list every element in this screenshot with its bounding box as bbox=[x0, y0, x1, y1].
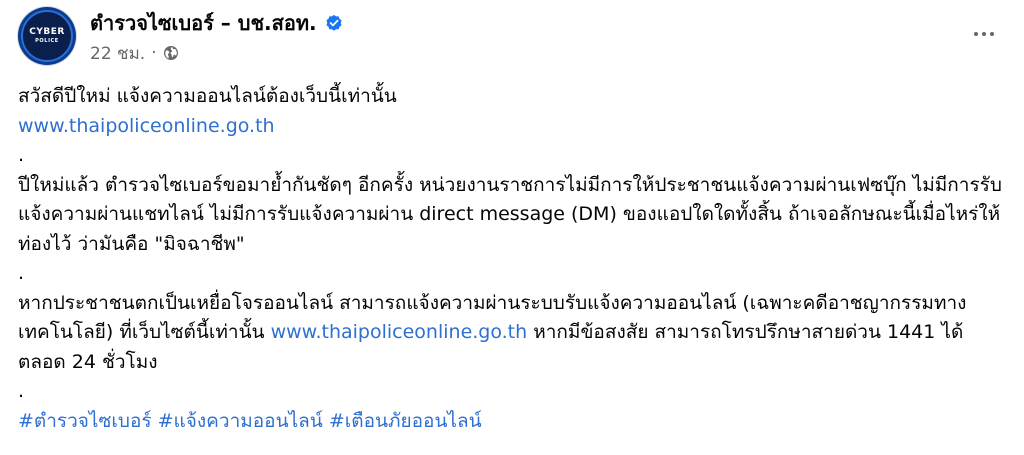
hashtag-link[interactable]: #เตือนภัยออนไลน์ bbox=[329, 410, 482, 432]
website-link-inline[interactable]: www.thaipoliceonline.go.th bbox=[271, 321, 528, 343]
hashtags-row: #ตำรวจไซเบอร์ #แจ้งความออนไลน์ #เตือนภัย… bbox=[18, 407, 1008, 437]
page-name-row: ตำรวจไซเบอร์ – บช.สอท. bbox=[90, 9, 343, 37]
more-dot bbox=[974, 32, 978, 36]
hashtag-link[interactable]: #แจ้งความออนไลน์ bbox=[158, 410, 323, 432]
dot-separator: . bbox=[18, 380, 25, 402]
cyber-police-logo-icon: CYBER POLICE bbox=[21, 10, 73, 62]
post-meta: 22 ชม. · bbox=[90, 41, 179, 65]
more-dot bbox=[982, 32, 986, 36]
post-body: สวัสดีปีใหม่ แจ้งความออนไลน์ต้องเว็บนี้เ… bbox=[18, 82, 1008, 436]
paragraph-warning: ปีใหม่แล้ว ตำรวจไซเบอร์ขอมาย้ำกันชัดๆ อี… bbox=[18, 173, 1002, 255]
website-link[interactable]: www.thaipoliceonline.go.th bbox=[18, 115, 275, 137]
post-timestamp[interactable]: 22 ชม. bbox=[90, 40, 145, 67]
page-name[interactable]: ตำรวจไซเบอร์ – บช.สอท. bbox=[90, 7, 317, 39]
dot-separator: . bbox=[18, 144, 25, 166]
hashtag-link[interactable]: #ตำรวจไซเบอร์ bbox=[18, 410, 152, 432]
meta-separator: · bbox=[151, 43, 157, 63]
globe-icon[interactable] bbox=[163, 45, 179, 61]
paragraph-report: หากประชาชนตกเป็นเหยื่อโจรออนไลน์ สามารถแ… bbox=[18, 289, 1008, 378]
dot-separator: . bbox=[18, 262, 25, 284]
post-headline: สวัสดีปีใหม่ แจ้งความออนไลน์ต้องเว็บนี้เ… bbox=[18, 85, 397, 107]
more-dot bbox=[990, 32, 994, 36]
more-options-button[interactable] bbox=[966, 20, 1002, 48]
verified-badge-icon bbox=[326, 14, 342, 31]
avatar[interactable]: CYBER POLICE bbox=[18, 7, 76, 65]
